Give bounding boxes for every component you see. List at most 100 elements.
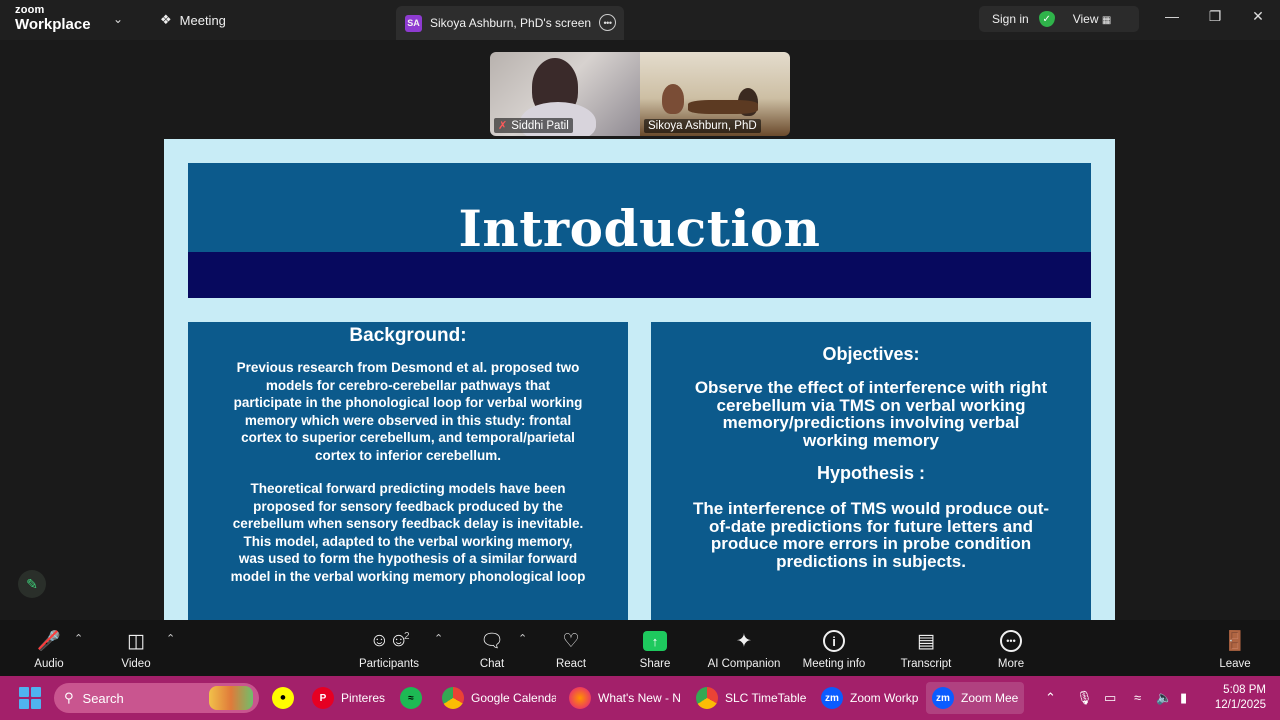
video-camera-icon: ◫ <box>127 630 145 652</box>
participants-icon: ☺☺ <box>369 630 409 651</box>
slide-title-box: Introduction <box>188 163 1091 298</box>
slide-title-band <box>188 252 1091 298</box>
chevron-up-icon[interactable]: ⌃ <box>1045 690 1056 706</box>
taskbar-item-label: What's New - N <box>598 691 681 705</box>
taskbar-zoom-workplace[interactable]: zm Zoom Workp <box>815 682 919 714</box>
annotate-pencil-icon[interactable]: ✎ <box>18 570 46 598</box>
view-label: View <box>1072 12 1099 26</box>
video-tile-siddhi[interactable]: ✗ Siddhi Patil <box>490 52 640 136</box>
taskbar-item-label: Zoom Workp <box>850 691 919 705</box>
react-button[interactable]: ♡ React <box>531 628 611 671</box>
volume-icon[interactable]: 🔈 <box>1156 690 1172 706</box>
more-options-icon[interactable]: ••• <box>599 14 616 31</box>
audio-label: Audio <box>34 658 64 670</box>
zoom-icon: zm <box>932 687 954 709</box>
share-button[interactable]: ↑ Share <box>615 628 695 670</box>
tab-meeting[interactable]: ❖ Meeting <box>160 12 226 28</box>
taskbar-clock[interactable]: 5:08 PM 12/1/2025 <box>1206 683 1266 713</box>
heart-icon: ♡ <box>562 630 580 652</box>
logo-zoom-text: zoom <box>15 4 45 16</box>
sign-in-button[interactable]: Sign in <box>992 12 1029 26</box>
microphone-icon[interactable]: 🎙 <box>1076 690 1093 706</box>
taskbar-search[interactable]: ⚲ Search <box>54 683 259 713</box>
participants-count: 2 <box>404 631 410 642</box>
meeting-info-label: Meeting info <box>802 658 866 670</box>
table-shape <box>688 100 758 114</box>
battery-icon[interactable]: ▮ <box>1180 690 1187 706</box>
minimize-icon[interactable]: — <box>1162 8 1182 24</box>
encryption-shield-icon[interactable]: ✓ <box>1038 11 1055 27</box>
pinterest-icon: P <box>312 687 334 709</box>
zoom-title-bar: zoom Workplace ⌄ ❖ Meeting SA Sikoya Ash… <box>0 0 1280 40</box>
display-icon[interactable]: ▭ <box>1104 690 1116 706</box>
taskbar-slc-timetable[interactable]: SLC TimeTable - <box>690 682 808 714</box>
participants-options-chevron-icon[interactable]: ⌃ <box>434 632 443 645</box>
video-tile-name: ✗ Siddhi Patil <box>494 118 573 133</box>
background-panel: Background: Previous research from Desmo… <box>188 322 628 620</box>
background-paragraph-2: Theoretical forward predicting models ha… <box>230 481 586 584</box>
video-label: Video <box>121 658 151 670</box>
taskbar-google-calendar[interactable]: Google Calenda <box>436 682 556 714</box>
logo-workplace-text: Workplace <box>15 16 91 33</box>
zoom-icon: zm <box>821 687 843 709</box>
windows-taskbar: ⚲ Search ⚫ P Pinteres ≈ Google Calenda W… <box>0 676 1280 720</box>
chevron-down-icon[interactable]: ⌄ <box>113 12 123 26</box>
taskbar-snapchat[interactable]: ⚫ <box>266 682 300 714</box>
video-button[interactable]: ◫ Video <box>96 628 176 671</box>
more-label: More <box>997 658 1025 670</box>
restore-icon[interactable]: ❐ <box>1205 8 1225 25</box>
more-dots-icon: ••• <box>971 628 1051 654</box>
leave-label: Leave <box>1219 658 1251 670</box>
participants-button[interactable]: ☺☺ Participants <box>349 628 429 670</box>
search-highlight-image <box>209 686 253 710</box>
tab-shared-screen-label: Sikoya Ashburn, PhD's screen <box>430 16 592 30</box>
clock-date: 12/1/2025 <box>1214 699 1266 711</box>
taskbar-item-label: Google Calenda <box>471 691 556 705</box>
share-icon-wrap: ↑ <box>615 628 695 654</box>
background-paragraph-1: Previous research from Desmond et al. pr… <box>233 360 583 463</box>
taskbar-pinterest[interactable]: P Pinteres <box>306 682 386 714</box>
meeting-toolbar: 🎤 Audio ⌃ ◫ Video ⌃ ☺☺ Participants 2 ⌃ … <box>0 620 1280 676</box>
search-placeholder: Search <box>82 690 124 706</box>
participant-name: Siddhi Patil <box>511 119 569 132</box>
ai-companion-button[interactable]: ✦ AI Companion <box>702 628 786 671</box>
zoom-workplace-logo[interactable]: zoom Workplace <box>15 4 91 33</box>
react-label: React <box>555 658 587 670</box>
windows-start-icon[interactable] <box>19 687 41 709</box>
chat-label: Chat <box>479 658 505 670</box>
taskbar-item-label: Zoom Mee <box>961 691 1019 705</box>
share-label: Share <box>639 658 671 670</box>
wifi-icon[interactable]: ≈ <box>1134 690 1141 705</box>
meeting-info-button[interactable]: i Meeting info <box>794 628 874 670</box>
taskbar-zoom-meeting[interactable]: zm Zoom Mee <box>926 682 1024 714</box>
view-button[interactable]: View ▦ <box>1073 12 1112 26</box>
taskbar-item-label: Pinteres <box>341 691 386 705</box>
hypothesis-heading: Hypothesis : <box>816 463 926 483</box>
tab-shared-screen[interactable]: SA Sikoya Ashburn, PhD's screen ••• <box>396 6 624 40</box>
video-tile-sikoya[interactable]: Sikoya Ashburn, PhD <box>640 52 790 136</box>
close-icon[interactable]: ✕ <box>1248 8 1268 25</box>
leave-door-icon: 🚪 <box>1223 631 1247 652</box>
transcript-label: Transcript <box>900 658 952 670</box>
transcript-button[interactable]: ▤ Transcript <box>886 628 966 671</box>
search-icon: ⚲ <box>64 690 74 705</box>
share-arrow-icon: ↑ <box>643 631 667 651</box>
video-options-chevron-icon[interactable]: ⌃ <box>166 632 175 645</box>
paw-icon: ❖ <box>160 12 172 27</box>
leave-button[interactable]: 🚪 Leave <box>1195 628 1275 670</box>
participant-name: Sikoya Ashburn, PhD <box>648 120 757 132</box>
taskbar-item-label: SLC TimeTable - <box>725 691 808 705</box>
background-heading: Background: <box>349 325 467 346</box>
ai-companion-label: AI Companion <box>707 658 781 670</box>
snapchat-icon: ⚫ <box>272 687 294 709</box>
more-button[interactable]: ••• More <box>971 628 1051 670</box>
video-tile-name: Sikoya Ashburn, PhD <box>644 119 761 133</box>
taskbar-firefox[interactable]: What's New - N <box>563 682 683 714</box>
hypothesis-text: The interference of TMS would produce ou… <box>692 499 1050 571</box>
chat-options-chevron-icon[interactable]: ⌃ <box>518 632 527 645</box>
audio-options-chevron-icon[interactable]: ⌃ <box>74 632 83 645</box>
signin-view-group: Sign in ✓ View ▦ <box>979 6 1139 32</box>
firefox-icon <box>569 687 591 709</box>
taskbar-spotify[interactable]: ≈ <box>394 682 428 714</box>
shared-screen-slide: Introduction Background: Previous resear… <box>164 139 1115 620</box>
